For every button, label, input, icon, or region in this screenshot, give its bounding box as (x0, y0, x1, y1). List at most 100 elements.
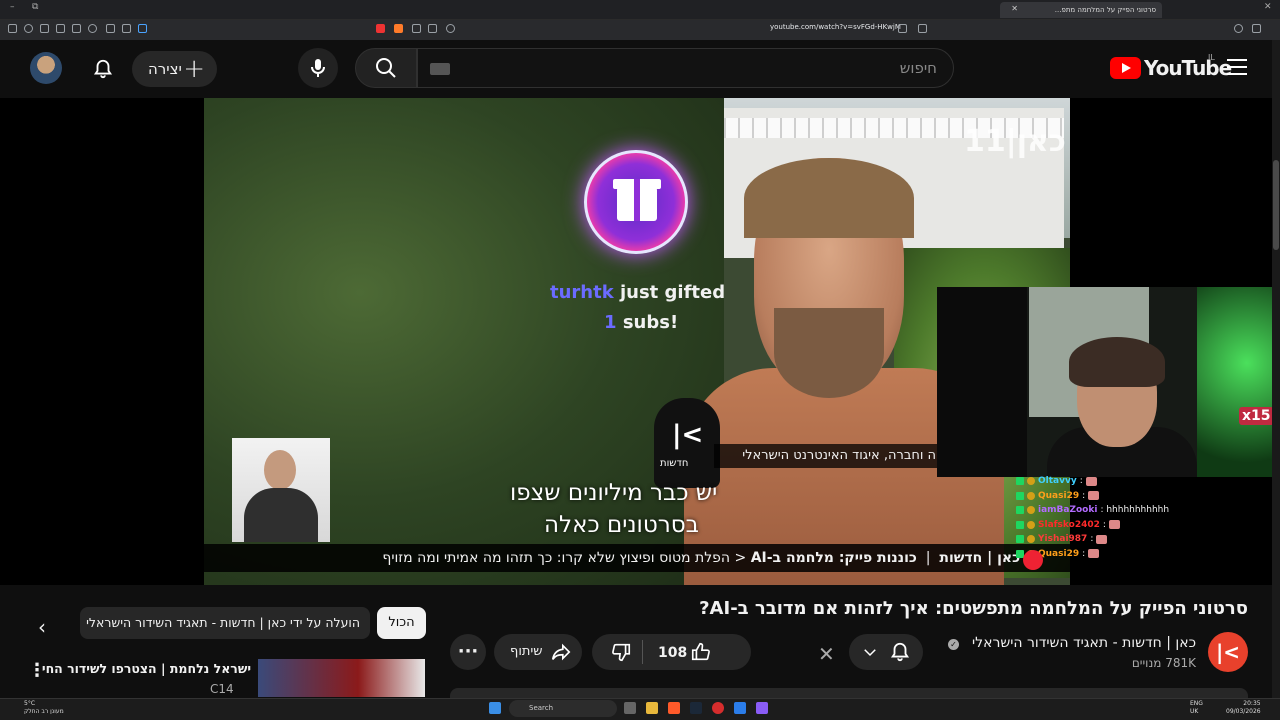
extension-icon[interactable] (138, 24, 147, 33)
chat-text: : hhhhhhhhhhh (1100, 505, 1170, 516)
mod-badge-icon (1016, 520, 1024, 529)
weather-widget[interactable]: 5°C מעונן רב החלק (24, 700, 64, 716)
back-icon[interactable] (412, 24, 421, 33)
page-scrollbar[interactable] (1272, 40, 1280, 720)
gift-alert-line1: turhtk just gifted (550, 282, 725, 303)
streamer-webcam: x15 (937, 287, 1280, 477)
search-placeholder: חיפוש (899, 59, 937, 77)
pip-icon[interactable] (428, 24, 437, 33)
url-text[interactable]: youtube.com/watch?v=svFGd-HKwjM (770, 23, 901, 31)
recommendation-channel[interactable]: C14 (210, 682, 234, 696)
news-ticker: כאן | חדשות | כוננות פייק: מלחמה ב-AI < … (204, 544, 1070, 572)
chevron-left-icon[interactable]: ‹ (38, 615, 46, 639)
system-clock[interactable]: 20:35 09/03/2026 (1226, 700, 1261, 716)
folder-icon[interactable] (72, 24, 81, 33)
bookmark-icon[interactable] (918, 24, 927, 33)
video-title: סרטוני הפייק על המלחמה מתפשטים: איך לזהו… (699, 598, 1248, 619)
clock-date: 09/03/2026 (1226, 708, 1261, 715)
sidebar-icon[interactable] (8, 24, 17, 33)
news-microphone: |< חדשות (654, 398, 720, 488)
input-language[interactable]: ENG UK (1190, 700, 1203, 716)
gift-count: 1 (604, 312, 617, 333)
chrome-icon[interactable] (712, 702, 724, 714)
chat-emote-icon (1088, 549, 1100, 559)
tabs-icon[interactable] (40, 24, 49, 33)
tab-title: סרטוני הפייק על המלחמה מתפ... (1054, 6, 1156, 14)
search-input[interactable]: חיפוש (417, 48, 954, 88)
gift-icon (584, 150, 688, 254)
messenger-icon[interactable] (756, 702, 768, 714)
gift-alert-line2: 1 subs! (604, 312, 678, 333)
clock-time: 20:35 (1243, 700, 1261, 707)
close-window-icon[interactable]: ✕ (1264, 2, 1272, 12)
close-icon[interactable]: ✕ (818, 642, 835, 666)
chat-alert-icon (1023, 550, 1043, 570)
brave-icon[interactable] (668, 702, 680, 714)
chat-emote-icon (1108, 520, 1120, 530)
browser-tab[interactable]: סרטוני הפייק על המלחמה מתפ... (1000, 2, 1162, 18)
translate-icon[interactable] (898, 24, 907, 33)
split-icon[interactable] (106, 24, 115, 33)
brave-shield-icon[interactable] (394, 24, 403, 33)
close-tab-icon[interactable]: ✕ (1011, 4, 1018, 13)
youtube-site-icon[interactable] (376, 24, 385, 33)
chip-uploaded-by[interactable]: הועלה על ידי כאן | חדשות - תאגיד השידור … (80, 607, 370, 639)
restore-icon[interactable]: ⧉ (32, 2, 38, 12)
recommendation-thumbnail[interactable] (258, 659, 425, 697)
sub-badge-icon (1027, 491, 1035, 500)
window-icon[interactable] (56, 24, 65, 33)
chip-all[interactable]: הכול (377, 607, 426, 639)
channel-name[interactable]: כאן | חדשות - תאגיד השידור הישראלי (972, 635, 1196, 651)
windows-taskbar (0, 698, 1280, 720)
chat-text: : (1079, 476, 1083, 487)
logo-country: IL (1208, 53, 1215, 62)
taskbar-search[interactable]: Search (509, 700, 617, 717)
reload-icon[interactable] (1234, 24, 1243, 33)
sign-language-interpreter (232, 438, 330, 542)
notifications-bell-icon[interactable] (92, 58, 114, 80)
subscription-bell-button[interactable] (849, 634, 923, 670)
bell-icon (890, 642, 910, 662)
recommendation-more-icon[interactable]: ⋮ (28, 660, 46, 681)
windows-start-icon[interactable] (489, 702, 501, 714)
share-button[interactable]: שיתוף (494, 634, 582, 670)
avatar[interactable] (30, 52, 62, 84)
channel-avatar[interactable]: |< (1208, 632, 1248, 672)
search-button[interactable] (355, 48, 417, 88)
app-icon[interactable] (734, 702, 746, 714)
microphone-icon (311, 59, 325, 77)
keyboard-icon[interactable] (430, 63, 450, 75)
dislike-button[interactable] (610, 641, 632, 663)
create-button[interactable]: יצירה + (132, 51, 217, 87)
scrollbar-thumb[interactable] (1273, 160, 1279, 250)
zoom-icon[interactable] (446, 24, 455, 33)
task-view-icon[interactable] (624, 702, 636, 714)
gift-user: turhtk (550, 282, 614, 303)
steam-icon[interactable] (690, 702, 702, 714)
chat-username: Yishai987 (1038, 534, 1088, 545)
puzzle-icon[interactable] (122, 24, 131, 33)
gift-subs: subs! (622, 312, 679, 333)
chat-text: : (1090, 534, 1094, 545)
chat-text: : (1102, 519, 1106, 530)
voice-search-button[interactable] (298, 48, 338, 88)
minimize-icon[interactable]: – (10, 2, 15, 12)
hamburger-menu-icon[interactable] (1227, 59, 1247, 77)
more-actions-button[interactable]: ··· (450, 634, 486, 670)
sub-badge-icon (1027, 520, 1035, 529)
like-button[interactable] (690, 641, 712, 663)
stream-chat: Oltavvy: Quasi29: iamBaZooki: hhhhhhhhhhh S… (1016, 474, 1206, 584)
file-explorer-icon[interactable] (646, 702, 658, 714)
chat-text: : (1082, 548, 1086, 559)
chat-emote-icon (1085, 476, 1097, 486)
mic-logo: חדשות (660, 458, 689, 469)
shield-icon[interactable] (24, 24, 33, 33)
browser-menu-icon[interactable] (1252, 24, 1261, 33)
music-icon[interactable] (88, 24, 97, 33)
recommendation-title[interactable]: ישראל נלחמת | הצטרפו לשידור החי (42, 661, 251, 676)
mod-badge-icon (1016, 491, 1024, 500)
mod-badge-icon (1016, 506, 1024, 515)
chat-message: Quasi29: (1016, 547, 1206, 562)
lang-code: ENG (1190, 700, 1203, 707)
subtitle-line2: בסרטונים כאלה (544, 512, 699, 538)
